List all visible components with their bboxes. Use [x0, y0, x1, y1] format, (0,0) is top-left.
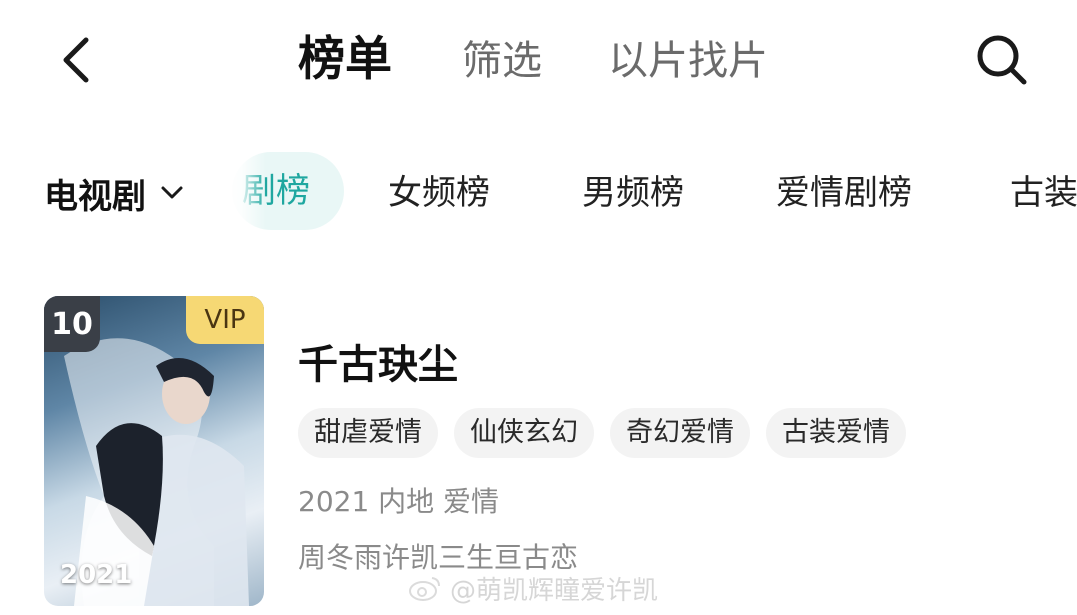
- drama-list-item[interactable]: 10 VIP 2021 千古玦尘 甜虐爱情 仙侠玄幻 奇幻爱情 古装爱情 202…: [44, 296, 1044, 608]
- drama-poster[interactable]: 10 VIP 2021: [44, 296, 264, 606]
- poster-year: 2021: [60, 560, 133, 590]
- genre-tags: 甜虐爱情 仙侠玄幻 奇幻爱情 古装爱情: [298, 408, 922, 458]
- weibo-icon: [409, 577, 440, 601]
- tab-female-ranking[interactable]: 女频榜: [388, 166, 490, 220]
- genre-tag[interactable]: 古装爱情: [766, 408, 906, 458]
- genre-tag[interactable]: 甜虐爱情: [298, 408, 438, 458]
- tab-male-ranking[interactable]: 男频榜: [582, 166, 684, 220]
- category-dropdown[interactable]: 电视剧: [44, 166, 188, 220]
- genre-tag[interactable]: 仙侠玄幻: [454, 408, 594, 458]
- vip-badge: VIP: [186, 296, 264, 344]
- search-icon: [977, 35, 1027, 85]
- drama-meta: 2021 内地 爱情: [298, 485, 500, 518]
- weibo-watermark: @萌凯辉瞳爱许凯: [408, 568, 658, 608]
- category-bar: 电视剧 剧榜 女频榜 男频榜 爱情剧榜 古装: [0, 150, 1077, 236]
- back-button[interactable]: [52, 32, 100, 88]
- search-button[interactable]: [972, 30, 1032, 90]
- category-tabs: 剧榜 女频榜 男频榜 爱情剧榜 古装: [232, 150, 1077, 236]
- tab-find-similar[interactable]: 以片找片: [608, 34, 768, 88]
- tab-drama-ranking[interactable]: 剧榜: [232, 152, 344, 230]
- rank-badge: 10: [44, 296, 100, 352]
- drama-title[interactable]: 千古玦尘: [298, 332, 458, 390]
- chevron-left-icon: [63, 37, 89, 83]
- chevron-down-icon: [161, 186, 183, 199]
- tab-romance-ranking[interactable]: 爱情剧榜: [776, 166, 912, 220]
- tab-filter[interactable]: 筛选: [462, 34, 542, 88]
- top-nav-bar: 榜单 筛选 以片找片: [0, 0, 1077, 120]
- watermark-text: @萌凯辉瞳爱许凯: [450, 575, 659, 606]
- tab-costume-ranking[interactable]: 古装: [1010, 166, 1077, 220]
- category-dropdown-label: 电视剧: [44, 176, 146, 217]
- genre-tag[interactable]: 奇幻爱情: [610, 408, 750, 458]
- tab-ranking[interactable]: 榜单: [298, 30, 392, 90]
